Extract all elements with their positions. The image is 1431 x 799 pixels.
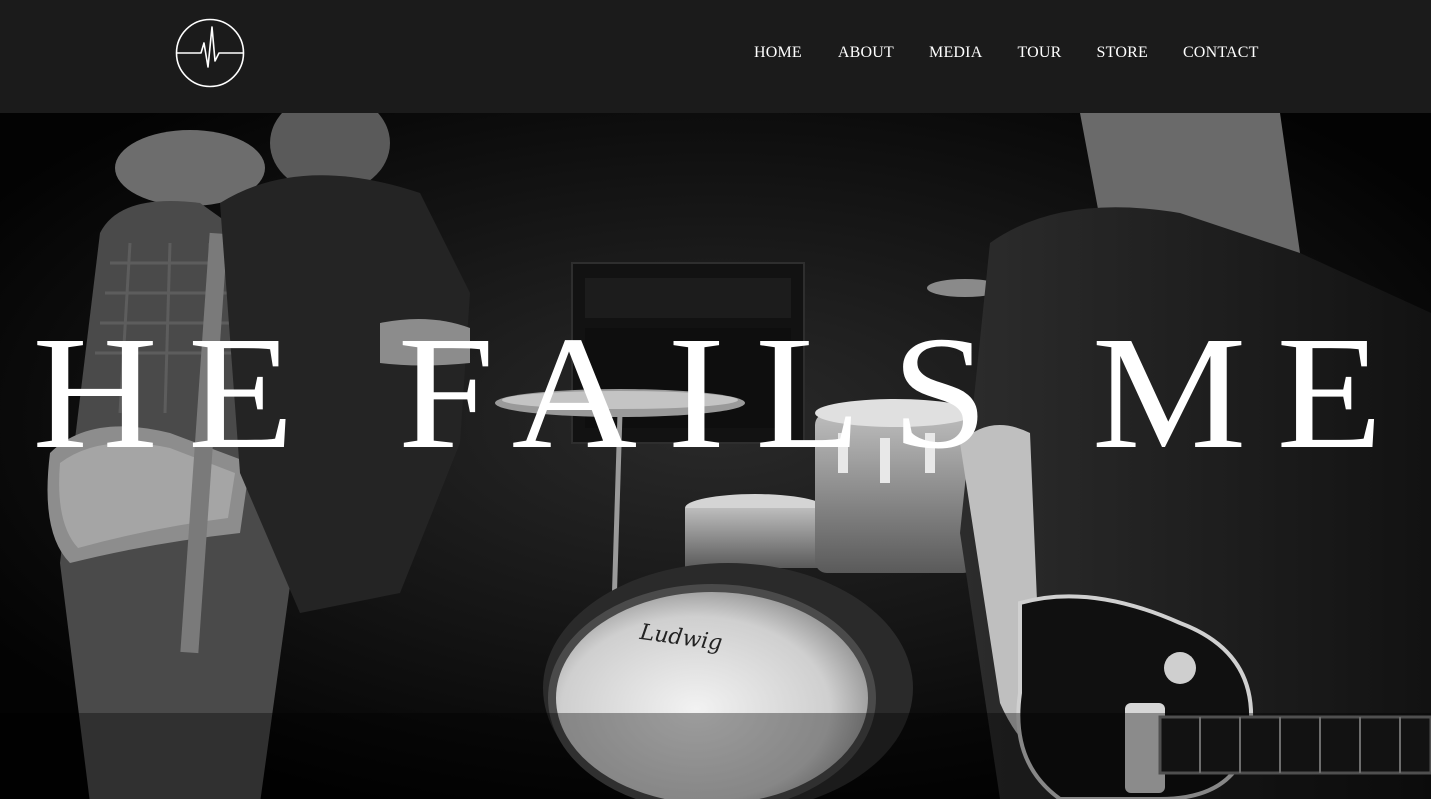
nav-tour[interactable]: TOUR — [1017, 42, 1061, 64]
nav-about[interactable]: ABOUT — [838, 42, 894, 64]
hero-section: Ludwig HE FAILS ME — [0, 113, 1431, 799]
nav-store[interactable]: STORE — [1097, 42, 1148, 64]
main-nav: HOME ABOUT MEDIA TOUR STORE CONTACT — [754, 42, 1259, 64]
site-header: HOME ABOUT MEDIA TOUR STORE CONTACT — [0, 0, 1431, 113]
heartbeat-logo-icon[interactable] — [174, 17, 246, 89]
nav-contact[interactable]: CONTACT — [1183, 42, 1259, 64]
page: HOME ABOUT MEDIA TOUR STORE CONTACT Ludw… — [0, 0, 1431, 799]
hero-title: HE FAILS ME — [32, 302, 1413, 483]
nav-media[interactable]: MEDIA — [929, 42, 982, 64]
nav-home[interactable]: HOME — [754, 42, 802, 64]
